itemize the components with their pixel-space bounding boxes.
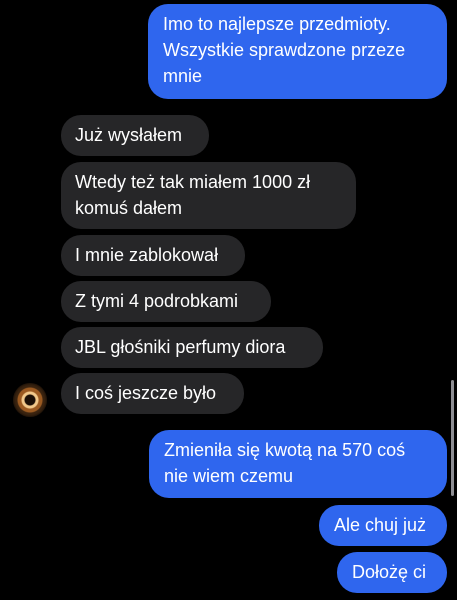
message-bubble-outgoing[interactable]: Imo to najlepsze przedmioty. Wszystkie s… [148, 4, 447, 99]
message-thread: Imo to najlepsze przedmioty. Wszystkie s… [0, 0, 457, 600]
message-bubble-outgoing[interactable]: Ale chuj już [319, 505, 447, 546]
message-bubble-outgoing[interactable]: Dołożę ci [337, 552, 447, 593]
message-bubble-incoming[interactable]: Z tymi 4 podrobkami [61, 281, 271, 322]
message-bubble-incoming[interactable]: I mnie zablokował [61, 235, 245, 276]
scrollbar[interactable] [451, 380, 454, 496]
message-bubble-outgoing[interactable]: Zmieniła się kwotą na 570 coś nie wiem c… [149, 430, 447, 498]
contact-avatar-icon[interactable] [13, 383, 47, 417]
message-bubble-incoming[interactable]: I coś jeszcze było [61, 373, 244, 414]
message-bubble-incoming[interactable]: JBL głośniki perfumy diora [61, 327, 323, 368]
message-bubble-incoming[interactable]: Wtedy też tak miałem 1000 zł komuś dałem [61, 162, 356, 229]
message-bubble-incoming[interactable]: Już wysłałem [61, 115, 209, 156]
